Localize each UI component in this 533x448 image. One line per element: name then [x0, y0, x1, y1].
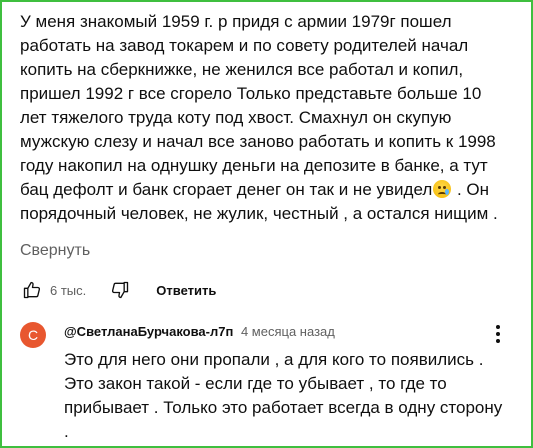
reply-header: @СветланаБурчакова-л7п 4 месяца назад: [64, 324, 335, 339]
comment-frame: У меня знакомый 1959 г. р придя с армии …: [0, 0, 533, 448]
collapse-button[interactable]: Свернуть: [20, 242, 90, 260]
thumbs-down-icon: [112, 281, 129, 299]
reply-button[interactable]: Ответить: [156, 283, 216, 298]
like-count: 6 тыс.: [50, 282, 87, 298]
reply-author[interactable]: @СветланаБурчакова-л7п: [64, 324, 233, 339]
avatar[interactable]: С: [20, 322, 46, 348]
more-options-icon[interactable]: [486, 322, 510, 346]
comment-text-part-1: У меня знакомый 1959 г. р придя с армии …: [20, 12, 496, 199]
dislike-button[interactable]: [108, 278, 132, 302]
crying-face-icon: [433, 180, 452, 198]
like-button[interactable]: [20, 278, 44, 302]
reply-text: Это для него они пропали , а для кого то…: [64, 350, 503, 441]
comment-actions: 6 тыс. Ответить: [20, 278, 216, 302]
comment-text: У меня знакомый 1959 г. р придя с армии …: [20, 10, 525, 226]
thumbs-up-icon: [23, 281, 41, 299]
reply-time[interactable]: 4 месяца назад: [241, 324, 335, 339]
